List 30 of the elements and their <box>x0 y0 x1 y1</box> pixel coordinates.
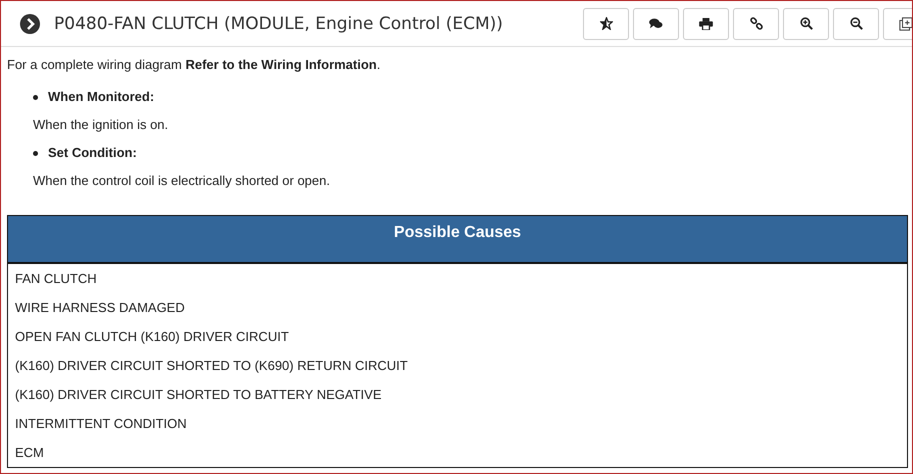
chevron-right-icon[interactable] <box>20 14 40 34</box>
condition-text: When the ignition is on. <box>33 117 168 133</box>
zoom-out-button[interactable] <box>833 8 879 40</box>
table-cell-text: WIRE HARNESS DAMAGED <box>14 299 186 317</box>
zoom-out-icon <box>850 17 862 30</box>
table-cell-text: ECM <box>14 444 45 462</box>
table-header: Possible Causes <box>8 216 907 264</box>
favorite-button[interactable] <box>583 8 629 40</box>
star-icon <box>600 17 612 30</box>
print-button[interactable] <box>683 8 729 40</box>
comment-button[interactable] <box>633 8 679 40</box>
page-title: P0480-FAN CLUTCH (MODULE, Engine Control (ECM)) <box>54 14 504 34</box>
intro-text: For a complete wiring diagram Refer to the Wiring Information. <box>7 57 382 73</box>
bullet-icon <box>33 95 38 100</box>
table-cell-text: (K160) DRIVER CIRCUIT SHORTED TO BATTERY NEGATIVE <box>14 386 382 404</box>
printer-icon <box>699 18 713 30</box>
condition-text: When the control coil is electrically shorted or open. <box>33 173 330 189</box>
bullet-icon <box>33 151 38 156</box>
zoom-in-icon <box>800 17 812 30</box>
table-cell-text: OPEN FAN CLUTCH (K160) DRIVER CIRCUIT <box>14 328 290 346</box>
link-button[interactable] <box>733 8 779 40</box>
add-window-icon <box>899 16 912 30</box>
table-cell-text: FAN CLUTCH <box>14 270 98 288</box>
table-cell-text: (K160) DRIVER CIRCUIT SHORTED TO (K690) RETURN CIRCUIT <box>14 357 409 375</box>
condition-heading: When Monitored: <box>48 89 156 105</box>
zoom-in-button[interactable] <box>783 8 829 40</box>
chat-icon <box>649 18 663 30</box>
link-icon <box>750 17 762 30</box>
condition-heading: Set Condition: <box>48 145 138 161</box>
table-cell-text: INTERMITTENT CONDITION <box>14 415 188 433</box>
